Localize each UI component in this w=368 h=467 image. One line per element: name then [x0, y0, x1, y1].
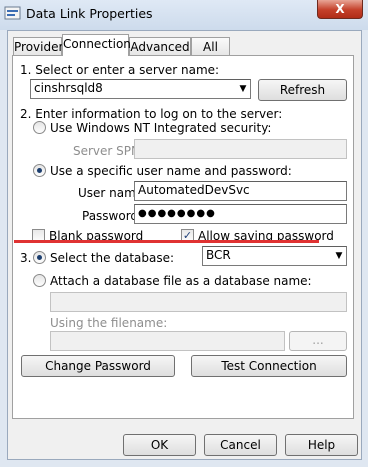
- username-input[interactable]: AutomatedDevSvc: [134, 181, 347, 201]
- select-database-label: Select the database:: [50, 251, 175, 265]
- attach-database-label: Attach a database file as a database nam…: [50, 274, 312, 288]
- step1-label: 1. Select or enter a server name:: [20, 63, 220, 77]
- browse-button[interactable]: ...: [289, 331, 347, 351]
- windows-nt-label: Use Windows NT Integrated security:: [50, 121, 272, 135]
- filename-input[interactable]: [50, 331, 285, 351]
- annotation-underline: [14, 240, 319, 243]
- step3-number: 3.: [20, 251, 32, 265]
- windows-nt-radio[interactable]: [33, 121, 46, 134]
- specific-user-label: Use a specific user name and password:: [50, 164, 292, 178]
- refresh-button[interactable]: Refresh: [258, 79, 347, 101]
- specific-user-radio[interactable]: [33, 164, 46, 177]
- server-dropdown-arrow-icon[interactable]: ▼: [236, 80, 250, 98]
- panel-content: 1. Select or enter a server name: cinshr…: [0, 0, 368, 467]
- attach-database-radio[interactable]: [33, 274, 46, 287]
- test-connection-button[interactable]: Test Connection: [191, 355, 347, 377]
- database-dropdown-arrow-icon[interactable]: ▼: [332, 247, 346, 265]
- select-database-radio[interactable]: [33, 251, 46, 264]
- attach-database-name-input[interactable]: [50, 292, 347, 312]
- server-name-input[interactable]: cinshrsqld8: [30, 79, 251, 99]
- password-input[interactable]: ●●●●●●●●: [134, 204, 347, 224]
- server-spn-input[interactable]: [134, 139, 347, 159]
- step2-label: 2. Enter information to log on to the se…: [20, 107, 283, 121]
- database-select[interactable]: BCR: [202, 246, 347, 266]
- change-password-button[interactable]: Change Password: [21, 355, 175, 377]
- filename-label: Using the filename:: [50, 316, 168, 330]
